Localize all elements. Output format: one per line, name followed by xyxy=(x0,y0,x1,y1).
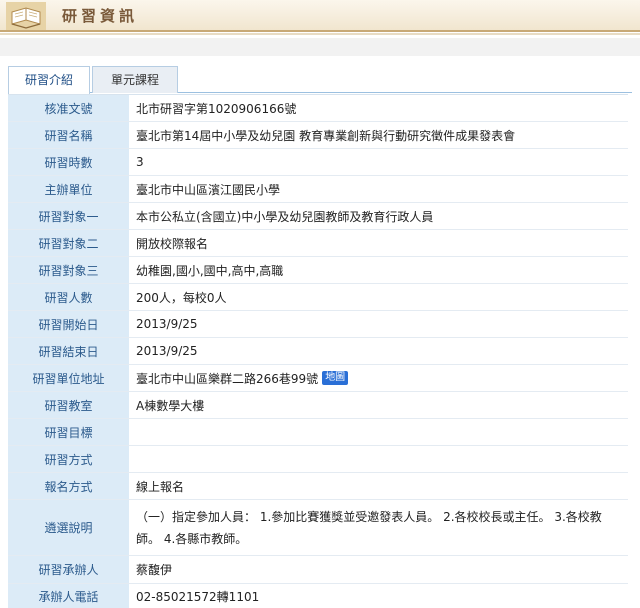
row-label: 承辦人電話 xyxy=(8,584,130,608)
table-row: 報名方式 線上報名 xyxy=(8,473,628,500)
row-label: 研習目標 xyxy=(8,419,130,445)
table-row: 研習單位地址 臺北市中山區樂群二路266巷99號 地圖 xyxy=(8,365,628,392)
row-label: 主辦單位 xyxy=(8,176,130,202)
table-row: 承辦人電話 02-85021572轉1101 xyxy=(8,584,628,608)
row-label: 研習教室 xyxy=(8,392,130,418)
row-value: 3 xyxy=(136,155,144,169)
book-icon xyxy=(6,2,46,30)
row-label: 研習對象一 xyxy=(8,203,130,229)
tab-intro[interactable]: 研習介紹 xyxy=(8,66,90,94)
table-row: 主辦單位 臺北市中山區濱江國民小學 xyxy=(8,176,628,203)
row-value: 200人，每校0人 xyxy=(136,290,227,305)
table-row: 研習對象一 本市公私立(含國立)中小學及幼兒園教師及教育行政人員 xyxy=(8,203,628,230)
tab-bar: 研習介紹 單元課程 xyxy=(8,66,632,94)
row-value: 本市公私立(含國立)中小學及幼兒園教師及教育行政人員 xyxy=(136,209,434,224)
map-link[interactable]: 地圖 xyxy=(322,371,349,385)
row-value: （一）指定參加人員： 1.參加比賽獲獎並受邀發表人員。 2.各校校長或主任。 3… xyxy=(136,509,602,546)
row-value: 蔡馥伊 xyxy=(136,563,173,577)
row-value: 臺北市中山區濱江國民小學 xyxy=(136,182,281,197)
row-value: A棟數學大樓 xyxy=(136,398,205,413)
tab-units[interactable]: 單元課程 xyxy=(92,66,178,93)
row-label: 研習承辦人 xyxy=(8,556,130,583)
row-label: 報名方式 xyxy=(8,473,130,499)
table-row: 研習方式 xyxy=(8,446,628,473)
row-value: 02-85021572轉1101 xyxy=(136,590,260,604)
table-row: 研習目標 xyxy=(8,419,628,446)
row-label: 研習時數 xyxy=(8,149,130,175)
table-row: 研習開始日 2013/9/25 xyxy=(8,311,628,338)
table-row: 研習教室 A棟數學大樓 xyxy=(8,392,628,419)
table-row: 研習對象三 幼稚園,國小,國中,高中,高職 xyxy=(8,257,628,284)
row-label: 研習方式 xyxy=(8,446,130,472)
row-label: 研習單位地址 xyxy=(8,365,130,391)
row-value: 臺北市中山區樂群二路266巷99號 地圖 xyxy=(130,365,628,391)
table-row: 研習對象二 開放校際報名 xyxy=(8,230,628,257)
table-row: 研習時數 3 xyxy=(8,149,628,176)
row-label: 研習人數 xyxy=(8,284,130,310)
row-value: 開放校際報名 xyxy=(136,236,209,251)
row-value: 幼稚園,國小,國中,高中,高職 xyxy=(136,263,284,278)
row-value: 北市研習字第1020906166號 xyxy=(136,101,297,116)
page-header: 研習資訊 xyxy=(0,0,640,32)
table-row: 研習名稱 臺北市第14屆中小學及幼兒園 教育專業創新與行動研究徵件成果發表會 xyxy=(8,122,628,149)
row-label: 研習名稱 xyxy=(8,122,130,148)
address-text: 臺北市中山區樂群二路266巷99號 xyxy=(136,371,319,386)
row-value: 2013/9/25 xyxy=(136,317,198,331)
page-title: 研習資訊 xyxy=(62,7,139,25)
table-row: 研習承辦人 蔡馥伊 xyxy=(8,556,628,584)
row-value: 線上報名 xyxy=(136,479,185,494)
table-row: 核准文號 北市研習字第1020906166號 xyxy=(8,95,628,122)
row-label: 研習對象二 xyxy=(8,230,130,256)
info-table: 核准文號 北市研習字第1020906166號 研習名稱 臺北市第14屆中小學及幼… xyxy=(8,94,628,608)
row-value: 2013/9/25 xyxy=(136,344,198,358)
table-row: 研習人數 200人，每校0人 xyxy=(8,284,628,311)
row-label: 研習對象三 xyxy=(8,257,130,283)
row-label: 研習開始日 xyxy=(8,311,130,337)
row-label: 研習結束日 xyxy=(8,338,130,364)
header-divider xyxy=(0,33,640,35)
table-row: 遴選說明 （一）指定參加人員： 1.參加比賽獲獎並受邀發表人員。 2.各校校長或… xyxy=(8,500,628,556)
row-value xyxy=(130,446,628,472)
toolbar-strip xyxy=(0,38,640,56)
row-value: 臺北市第14屆中小學及幼兒園 教育專業創新與行動研究徵件成果發表會 xyxy=(136,128,516,143)
row-label: 核准文號 xyxy=(8,95,130,121)
table-row: 研習結束日 2013/9/25 xyxy=(8,338,628,365)
row-value xyxy=(130,419,628,445)
row-label: 遴選說明 xyxy=(8,500,130,555)
